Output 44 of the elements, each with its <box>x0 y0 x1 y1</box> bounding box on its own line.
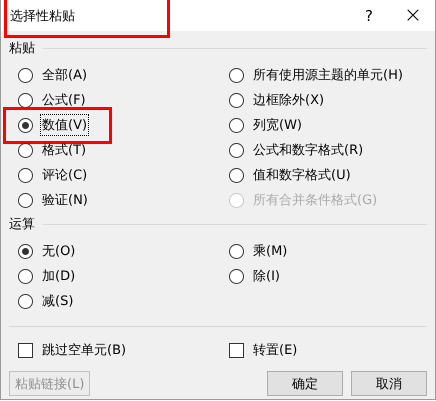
radio-button[interactable] <box>18 142 33 158</box>
close-button[interactable]: × <box>391 0 435 31</box>
option-label: 无(O) <box>41 243 76 261</box>
help-button[interactable]: ? <box>347 0 391 31</box>
section-heading: 运算 <box>9 216 35 233</box>
cancel-button[interactable]: 取消 <box>351 371 427 396</box>
option-label: 公式(F) <box>41 92 87 110</box>
window-title: 选择性粘贴 <box>10 8 75 24</box>
option-label: 所有使用源主题的单元(H) <box>252 67 404 85</box>
radio-button[interactable] <box>18 192 33 208</box>
option-label: 验证(N) <box>41 192 89 210</box>
option-label: 加(D) <box>41 268 76 286</box>
option-label: 减(S) <box>41 293 74 311</box>
radio-button[interactable] <box>18 68 33 82</box>
ok-button[interactable]: 确定 <box>267 371 343 396</box>
radio-button[interactable] <box>229 244 244 258</box>
radio-button[interactable] <box>18 118 33 132</box>
option-label: 评论(C) <box>41 167 88 185</box>
radio-button[interactable] <box>18 244 33 258</box>
radio-button[interactable] <box>18 268 33 284</box>
option-label: 乘(M) <box>252 243 288 261</box>
option-label: 除(I) <box>252 268 281 286</box>
checkbox[interactable] <box>18 342 33 358</box>
option-label: 所有合并条件格式(G) <box>252 192 378 210</box>
radio-button[interactable] <box>229 92 244 108</box>
option-label: 边框除外(X) <box>252 92 326 110</box>
radio-button[interactable] <box>229 142 244 158</box>
checkbox[interactable] <box>229 342 244 358</box>
radio-button[interactable] <box>229 268 244 284</box>
radio-button[interactable] <box>229 68 244 82</box>
radio-button[interactable] <box>229 118 244 132</box>
radio-button[interactable] <box>18 168 33 182</box>
radio-button[interactable] <box>18 92 33 108</box>
option-label: 数值(V) <box>41 115 88 135</box>
option-label: 全部(A) <box>41 67 88 85</box>
section-heading: 粘贴 <box>9 40 35 57</box>
option-label: 格式(T) <box>41 142 88 160</box>
option-label: 列宽(W) <box>252 117 303 135</box>
checkbox-label: 转置(E) <box>252 342 298 360</box>
checkbox-label: 跳过空单元(B) <box>41 342 128 360</box>
option-label: 值和数字格式(U) <box>252 167 352 185</box>
radio-button[interactable] <box>18 294 33 308</box>
option-label: 公式和数字格式(R) <box>252 142 364 160</box>
radio-button[interactable] <box>229 168 244 182</box>
